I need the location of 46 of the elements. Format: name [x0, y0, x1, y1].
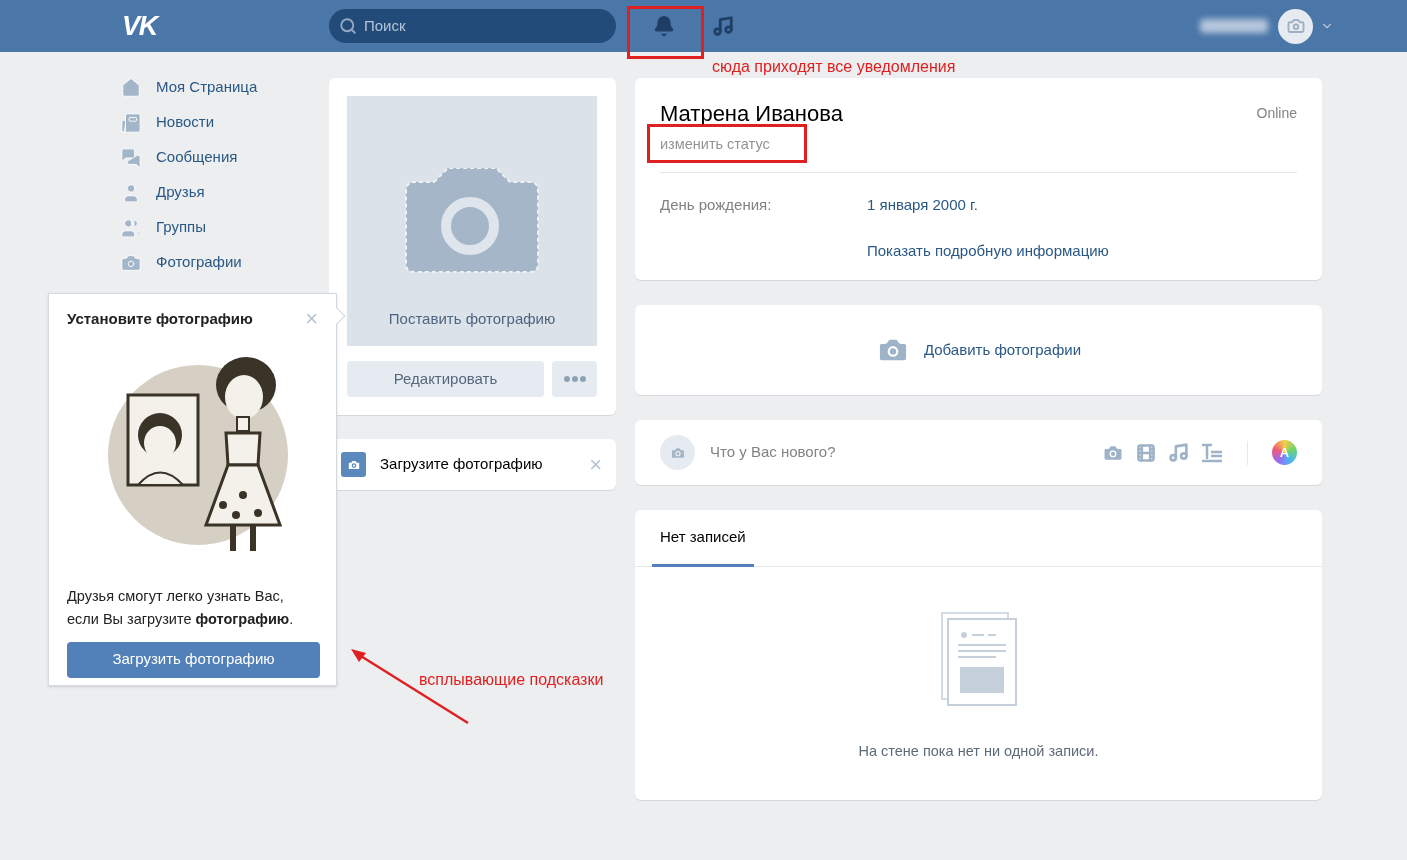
photo-caption: Поставить фотографию — [388, 309, 556, 329]
add-photos-card[interactable]: Добавить фотографии — [635, 305, 1322, 395]
news-icon — [120, 111, 142, 134]
music-icon[interactable] — [712, 15, 734, 37]
avatar[interactable] — [1278, 8, 1313, 44]
blurred-name — [1200, 19, 1268, 33]
bell-icon[interactable] — [653, 15, 675, 37]
popup-text: Друзья смогут легко узнать Вас, если Вы загрузите фотографию. — [67, 586, 295, 629]
popup-title: Установите фотографию — [67, 309, 253, 329]
home-icon — [120, 76, 142, 99]
camera-icon — [404, 168, 540, 274]
hint-text: Загрузите фотографию — [380, 454, 543, 475]
profile-name: Матрена Иванова — [660, 100, 843, 128]
field-value[interactable]: 1 января 2000 г. — [867, 193, 978, 217]
camera-icon — [341, 452, 366, 477]
annotation-text: сюда приходят все уведомления — [712, 57, 956, 77]
sidebar-item[interactable]: Моя Страница — [120, 70, 329, 105]
sidebar-item[interactable]: Друзья — [120, 175, 329, 210]
camera-icon — [1286, 17, 1305, 35]
sidebar-item[interactable]: Сообщения — [120, 140, 329, 175]
logo[interactable]: VK — [122, 5, 164, 47]
post-field[interactable]: Что у Вас нового? — [710, 441, 1070, 464]
groups-icon — [120, 216, 142, 239]
wall-tab[interactable]: Нет записей — [652, 510, 754, 567]
search-icon — [339, 17, 357, 35]
more-button[interactable] — [552, 361, 597, 397]
upload-photo-button[interactable]: Загрузить фотографию — [67, 641, 320, 678]
search-bar[interactable]: Поиск — [329, 9, 616, 43]
edit-button[interactable]: Редактировать — [347, 361, 544, 397]
more-icon — [563, 376, 586, 382]
search-input[interactable]: Поиск — [364, 14, 594, 38]
messages-icon — [120, 146, 142, 169]
sidebar-item[interactable]: Новости — [120, 105, 329, 140]
documents-icon — [939, 611, 1018, 707]
sidebar-item[interactable]: Группы — [120, 210, 329, 245]
music-icon[interactable] — [1168, 442, 1189, 463]
text-format-icon[interactable] — [1201, 442, 1223, 463]
photo-placeholder[interactable]: Поставить фотографию — [347, 96, 597, 346]
add-photos-text: Добавить фотографии — [923, 339, 1082, 360]
online-status: Online — [1256, 104, 1297, 123]
annotation-text: всплывающие подсказки — [419, 670, 604, 690]
details-link[interactable]: Показать подробную информацию — [867, 240, 1297, 263]
empty-wall-text: На стене пока нет ни одной записи. — [858, 742, 1099, 761]
sidebar-item[interactable]: Фотографии — [120, 245, 329, 280]
field-label: День рождения: — [660, 194, 773, 215]
film-icon[interactable] — [1136, 442, 1156, 463]
